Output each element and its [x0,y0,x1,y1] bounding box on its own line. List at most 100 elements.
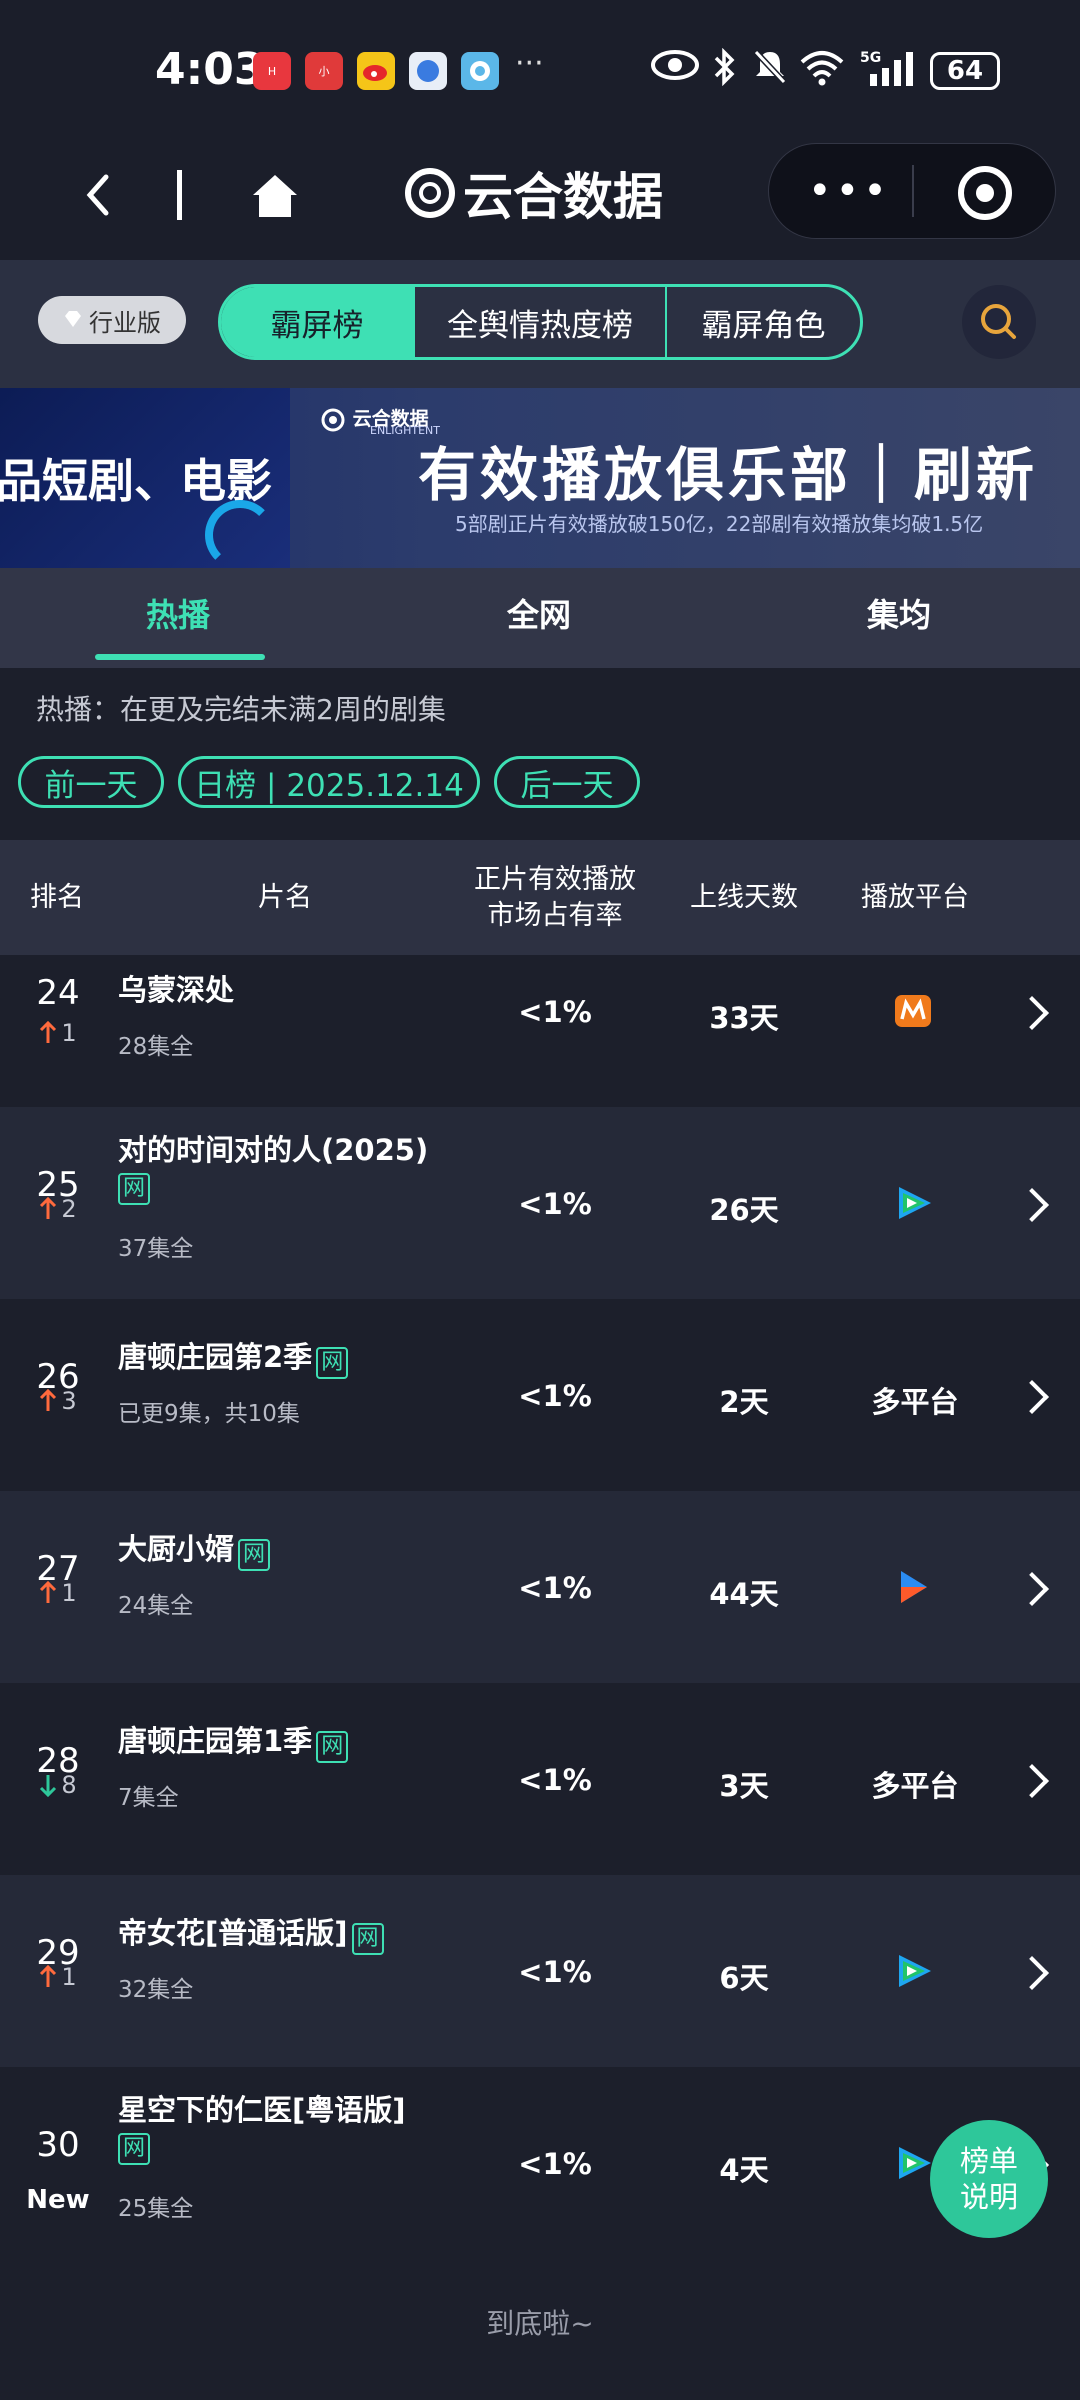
platform-text: 多平台 [871,1385,959,1419]
header-market-share-line1: 正片有效播放 [474,863,636,895]
table-row[interactable]: 24 1 乌蒙深处 28集全 <1% 33天 [0,955,1080,1107]
market-share-value: <1% [518,995,592,1029]
rank-up-arrow-icon [40,1389,57,1411]
rank-change-value: 8 [61,1771,77,1799]
platform-text: 多平台 [871,1769,959,1803]
days-online-value: 6天 [719,1961,769,1995]
close-mini-program-icon[interactable] [958,166,1012,220]
rank-change-value: 2 [61,1195,77,1223]
rank-up-arrow-icon [40,1021,57,1043]
youku-icon [893,1567,933,1611]
market-share-value: <1% [518,1187,592,1221]
chevron-right-icon[interactable] [1015,1380,1049,1414]
battery-indicator: 64 [930,52,1000,90]
chevron-right-icon[interactable] [1015,996,1049,1030]
chevron-right-icon[interactable] [1015,1764,1049,1798]
huawei-app-icon: H [253,52,291,90]
segment-bapingbang[interactable]: 霸屏榜 [221,287,413,357]
banner-arc-decoration [205,500,275,570]
table-row[interactable]: 26 3 唐顿庄园第2季网已更9集，共10集 <1% 2天 多平台 [0,1299,1080,1491]
market-share-value: <1% [518,1763,592,1797]
days-online-value: 33天 [709,1001,779,1035]
web-drama-badge: 网 [118,1173,151,1205]
banner-subtitle: 5部剧正片有效播放破150亿，22部剧有效播放集均破1.5亿 [455,512,984,536]
app-title: 云合数据 [405,158,663,228]
rank-change-value: 3 [61,1387,77,1415]
rank-change: 1 [8,1963,108,1991]
capsule-divider [912,165,914,217]
home-icon[interactable] [245,165,305,225]
table-row[interactable]: 30 New 星空下的仁医[粤语版] 网 25集全 <1% 4天 [0,2067,1080,2259]
cellular-signal-icon: 5G [858,48,922,96]
show-title-block: 乌蒙深处 [118,967,478,1009]
episode-info: 已更9集，共10集 [118,1401,300,1427]
app-title-text: 云合数据 [463,168,663,226]
banner-logo-icon [321,408,345,431]
banner-headline: 有效播放俱乐部｜刷新 [418,441,1039,509]
segment-bapingjuese[interactable]: 霸屏角色 [665,287,860,357]
tab-quanwang[interactable]: 全网 [507,590,571,636]
segment-quanyuqing[interactable]: 全舆情热度榜 [413,287,665,357]
web-drama-badge: 网 [238,1538,271,1571]
browser-app-icon [409,52,447,90]
header-title: 片名 [258,881,312,913]
market-share-value: <1% [518,1571,592,1605]
messaging-app-icon [461,52,499,90]
yunhe-logo-icon [405,168,455,218]
tab-rebo[interactable]: 热播 [146,590,210,636]
rank-change: 8 [8,1771,108,1799]
mute-bell-icon [750,48,790,94]
date-selector-button[interactable]: 日榜 | 2025.12.14 [178,756,480,808]
fab-label-line2: 说明 [959,2180,1018,2214]
mango-tv-icon [893,991,933,1035]
next-day-button[interactable]: 后一天 [494,756,640,808]
episode-info: 37集全 [118,1236,194,1262]
show-title-block: 唐顿庄园第2季网 [118,1334,478,1379]
table-row[interactable]: 28 8 唐顿庄园第1季网 7集全 <1% 3天 多平台 [0,1683,1080,1875]
table-row[interactable]: 27 1 大厨小婿网 24集全 <1% 44天 [0,1491,1080,1683]
industry-edition-badge[interactable]: 行业版 [38,296,186,344]
tab-active-indicator [95,654,265,660]
rank-change: 1 [8,1019,108,1047]
tencent-video-icon [893,1951,935,1995]
search-icon [981,304,1016,339]
header-rank: 排名 [30,881,84,913]
more-options-icon[interactable]: ••• [808,168,891,214]
prev-day-button[interactable]: 前一天 [18,756,164,808]
status-time: 4:03 [155,44,265,95]
web-drama-badge: 网 [316,1730,349,1763]
market-share-value: <1% [518,2147,592,2181]
rank-up-arrow-icon [40,1197,57,1219]
table-row[interactable]: 25 2 对的时间对的人(2025) 网 37集全 <1% 26天 [0,1107,1080,1299]
xiaohongshu-app-icon: 小 [305,52,343,90]
nav-divider [177,170,182,220]
chevron-right-icon[interactable] [1015,1572,1049,1606]
market-share-value: <1% [518,1955,592,1989]
episode-info: 24集全 [118,1593,194,1619]
episode-info: 32集全 [118,1977,194,2003]
rank-up-arrow-icon [40,1965,57,1987]
chevron-right-icon[interactable] [1015,1956,1049,1990]
badge-label: 行业版 [89,308,161,337]
header-days-online: 上线天数 [690,881,798,913]
days-online-value: 26天 [709,1193,779,1227]
web-drama-badge: 网 [118,2133,151,2165]
show-title-block: 对的时间对的人(2025) 网 [118,1127,478,1205]
search-button[interactable] [962,285,1036,359]
back-arrow-icon[interactable] [70,165,130,225]
show-title: 唐顿庄园第2季 [118,1340,313,1374]
header-platform: 播放平台 [861,881,969,913]
table-row[interactable]: 29 1 帝女花[普通话版] 网 32集全 <1% 6天 [0,1875,1080,2067]
web-drama-badge: 网 [316,1346,349,1379]
diamond-icon [63,306,83,334]
tab-jijun[interactable]: 集均 [867,590,931,636]
days-online-value: 2天 [719,1385,769,1419]
show-title-block: 大厨小婿网 [118,1526,478,1571]
svg-text:5G: 5G [860,50,881,66]
rank-change-value: 1 [61,1963,77,1991]
rank-down-arrow-icon [40,1775,57,1797]
show-title-block: 唐顿庄园第1季网 [118,1718,478,1763]
rank-new-label: New [26,2185,90,2215]
ranking-explanation-button[interactable]: 榜单 说明 [930,2120,1048,2238]
chevron-right-icon[interactable] [1015,1188,1049,1222]
